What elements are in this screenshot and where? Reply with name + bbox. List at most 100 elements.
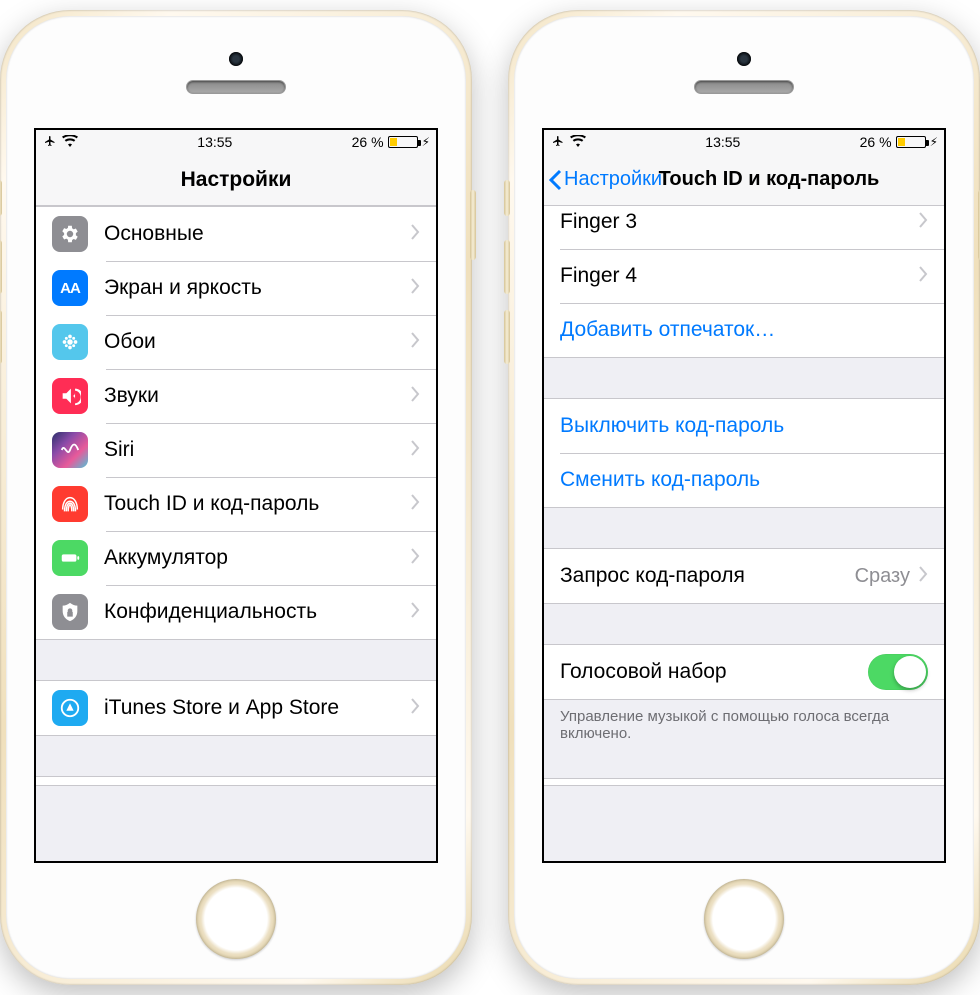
display-icon: AA xyxy=(52,270,88,306)
sounds-icon xyxy=(52,378,88,414)
row-label: Голосовой набор xyxy=(560,660,868,684)
voice-dial-toggle[interactable] xyxy=(868,654,928,690)
phone-left: 13:55 26 % ⚡︎ Настройки Основные xyxy=(0,10,472,985)
charging-icon: ⚡︎ xyxy=(422,135,430,149)
row-label: Выключить код-пароль xyxy=(560,414,928,438)
chevron-right-icon xyxy=(410,493,420,516)
row-require-passcode[interactable]: Запрос код-пароля Сразу xyxy=(544,549,944,603)
voice-dial-footer: Управление музыкой с помощью голоса всег… xyxy=(544,700,944,742)
row-label: Звуки xyxy=(104,384,410,408)
row-label: Аккумулятор xyxy=(104,546,410,570)
row-label: Touch ID и код-пароль xyxy=(104,492,410,516)
battery-percent: 26 % xyxy=(860,134,892,150)
chevron-right-icon xyxy=(918,565,928,588)
row-privacy[interactable]: Конфиденциальность xyxy=(36,585,436,639)
row-label: Siri xyxy=(104,438,410,462)
row-label: Finger 4 xyxy=(560,264,918,288)
front-camera xyxy=(737,52,751,66)
airplane-mode-icon xyxy=(42,134,58,150)
wifi-icon xyxy=(570,134,586,150)
chevron-right-icon xyxy=(410,277,420,300)
chevron-right-icon xyxy=(410,439,420,462)
home-button[interactable] xyxy=(704,879,784,959)
settings-content[interactable]: Основные AA Экран и яркость Обои xyxy=(36,206,436,861)
earpiece-speaker xyxy=(694,80,794,94)
status-bar: 13:55 26 % ⚡︎ xyxy=(36,130,436,154)
status-time: 13:55 xyxy=(705,134,740,150)
row-appstore[interactable]: iTunes Store и App Store xyxy=(36,681,436,735)
home-button[interactable] xyxy=(196,879,276,959)
require-passcode-group: Запрос код-пароля Сразу xyxy=(544,548,944,604)
chevron-right-icon xyxy=(410,601,420,624)
touchid-content[interactable]: x Finger 3 Finger 4 Добавить отпечаток… … xyxy=(544,206,944,861)
chevron-right-icon xyxy=(918,265,928,288)
touchid-icon xyxy=(52,486,88,522)
row-add-fingerprint[interactable]: Добавить отпечаток… xyxy=(544,303,944,357)
fingerprints-group: x Finger 3 Finger 4 Добавить отпечаток… xyxy=(544,206,944,358)
battery-percent: 26 % xyxy=(352,134,384,150)
clipped-group xyxy=(544,778,944,786)
row-touchid[interactable]: Touch ID и код-пароль xyxy=(36,477,436,531)
row-turn-passcode-off[interactable]: Выключить код-пароль xyxy=(544,399,944,453)
row-sounds[interactable]: Звуки xyxy=(36,369,436,423)
siri-icon xyxy=(52,432,88,468)
battery-icon xyxy=(52,540,88,576)
nav-bar: Настройки xyxy=(36,154,436,206)
chevron-right-icon xyxy=(410,547,420,570)
battery-icon xyxy=(388,136,418,148)
row-finger-4[interactable]: Finger 4 xyxy=(544,249,944,303)
battery-icon xyxy=(896,136,926,148)
nav-bar: Настройки Touch ID и код-пароль xyxy=(544,154,944,206)
screen-touchid: 13:55 26 % ⚡︎ Настройки Touch ID и код-п… xyxy=(542,128,946,863)
row-label: Основные xyxy=(104,222,410,246)
chevron-right-icon xyxy=(410,331,420,354)
chevron-right-icon xyxy=(410,223,420,246)
charging-icon: ⚡︎ xyxy=(930,135,938,149)
earpiece-speaker xyxy=(186,80,286,94)
settings-group-stores: iTunes Store и App Store xyxy=(36,680,436,736)
chevron-right-icon xyxy=(410,385,420,408)
row-label: Обои xyxy=(104,330,410,354)
airplane-mode-icon xyxy=(550,134,566,150)
row-display[interactable]: AA Экран и яркость xyxy=(36,261,436,315)
gear-icon xyxy=(52,216,88,252)
voice-dial-group: Голосовой набор xyxy=(544,644,944,700)
row-label: iTunes Store и App Store xyxy=(104,696,410,720)
row-voice-dial: Голосовой набор xyxy=(544,645,944,699)
row-change-passcode[interactable]: Сменить код-пароль xyxy=(544,453,944,507)
row-general[interactable]: Основные xyxy=(36,207,436,261)
wifi-icon xyxy=(62,134,78,150)
status-time: 13:55 xyxy=(197,134,232,150)
nav-title: Настройки xyxy=(181,168,292,192)
row-label: Сменить код-пароль xyxy=(560,468,928,492)
row-detail: Сразу xyxy=(855,565,910,588)
phone-right: 13:55 26 % ⚡︎ Настройки Touch ID и код-п… xyxy=(508,10,980,985)
wallpaper-icon xyxy=(52,324,88,360)
screen-settings-root: 13:55 26 % ⚡︎ Настройки Основные xyxy=(34,128,438,863)
chevron-right-icon xyxy=(918,211,928,234)
mute-switch xyxy=(0,180,2,216)
settings-group-main: Основные AA Экран и яркость Обои xyxy=(36,206,436,640)
privacy-icon xyxy=(52,594,88,630)
row-battery[interactable]: Аккумулятор xyxy=(36,531,436,585)
nav-back-button[interactable]: Настройки xyxy=(548,154,662,205)
chevron-right-icon xyxy=(410,697,420,720)
row-label: Экран и яркость xyxy=(104,276,410,300)
volume-up-button xyxy=(504,240,510,294)
volume-down-button xyxy=(504,310,510,364)
power-button xyxy=(470,190,476,260)
row-label: Добавить отпечаток… xyxy=(560,318,928,342)
passcode-actions-group: Выключить код-пароль Сменить код-пароль xyxy=(544,398,944,508)
volume-up-button xyxy=(0,240,2,294)
row-siri[interactable]: Siri xyxy=(36,423,436,477)
mute-switch xyxy=(504,180,510,216)
row-finger-3[interactable]: Finger 3 xyxy=(544,206,944,249)
appstore-icon xyxy=(52,690,88,726)
row-label: Запрос код-пароля xyxy=(560,564,855,588)
settings-group-clipped xyxy=(36,776,436,786)
row-wallpaper[interactable]: Обои xyxy=(36,315,436,369)
volume-down-button xyxy=(0,310,2,364)
status-bar: 13:55 26 % ⚡︎ xyxy=(544,130,944,154)
row-label: Finger 3 xyxy=(560,210,918,234)
row-label: Конфиденциальность xyxy=(104,600,410,624)
